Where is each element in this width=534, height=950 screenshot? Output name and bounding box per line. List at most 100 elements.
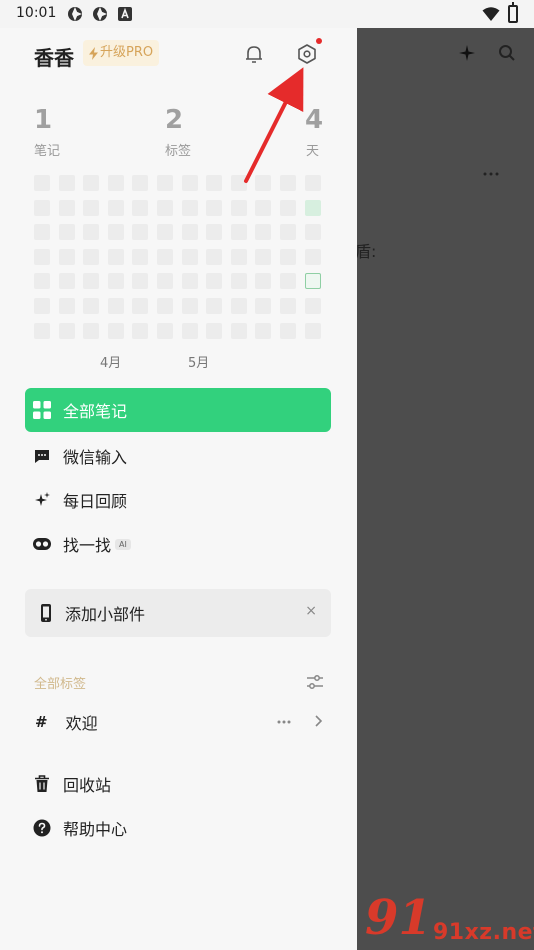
sparkle-icon[interactable] (458, 44, 476, 62)
heatmap-cell (304, 224, 321, 241)
heatmap-cell (304, 297, 321, 314)
heatmap-cell (206, 199, 223, 216)
heatmap-cell (206, 297, 223, 314)
heatmap-cell (181, 224, 198, 241)
days-count: 4 (305, 105, 324, 135)
tag-label: 欢迎 (65, 714, 98, 733)
tag-item-welcome[interactable]: # 欢迎 (25, 700, 331, 744)
add-widget-label: 添加小部件 (65, 605, 146, 624)
heatmap-cell (156, 297, 173, 314)
heatmap-cell (156, 224, 173, 241)
heatmap-cell (279, 273, 296, 290)
heatmap-cell (181, 273, 198, 290)
filter-sliders-icon[interactable] (306, 674, 324, 690)
heatmap-cell (107, 273, 124, 290)
status-time: 10:01 (16, 5, 57, 21)
heatmap-cell (132, 273, 149, 290)
status-bar: 10:01 (0, 0, 534, 28)
heatmap-cell (83, 224, 100, 241)
grid-icon (33, 401, 51, 419)
heatmap-cell (156, 175, 173, 191)
nav-all-notes[interactable]: 全部笔记 (25, 388, 331, 432)
heatmap-cell (206, 175, 223, 191)
close-widget-button[interactable]: × (305, 603, 317, 619)
heatmap-cell (34, 248, 50, 265)
heatmap-cell (34, 297, 50, 314)
heatmap-cell (83, 273, 100, 290)
tags-count: 2 (165, 105, 184, 135)
heatmap-cell (230, 322, 247, 339)
battery-icon (508, 2, 518, 23)
user-name[interactable]: 香香 (34, 42, 74, 71)
heatmap-cell (83, 175, 100, 191)
dim-overlay[interactable] (357, 28, 534, 950)
heatmap-cell (107, 175, 124, 191)
heatmap-cell (58, 224, 75, 241)
heatmap-cell (230, 297, 247, 314)
heatmap-cell (156, 248, 173, 265)
nav-trash[interactable]: 回收站 (25, 762, 331, 806)
nav-find[interactable]: 找一找 AI (25, 522, 331, 566)
heatmap-cell (230, 273, 247, 290)
add-widget-card[interactable]: 添加小部件 × (25, 589, 331, 637)
heatmap-cell (279, 199, 296, 216)
month-label: 4月 (100, 356, 122, 371)
heatmap-cell (181, 199, 198, 216)
chat-icon (33, 447, 51, 465)
nav-daily-review[interactable]: 每日回顾 (25, 478, 331, 522)
heatmap-cell (58, 273, 75, 290)
heatmap-cell (304, 322, 321, 339)
aperture-icon (68, 7, 82, 21)
heatmap-cell (304, 248, 321, 265)
heatmap-cell (58, 322, 75, 339)
settings-gear-icon[interactable] (295, 42, 319, 66)
tag-more-icon[interactable] (277, 720, 291, 724)
heatmap-cell (107, 297, 124, 314)
heatmap-cell (304, 199, 321, 216)
nav-help-center[interactable]: 帮助中心 (25, 806, 331, 850)
heatmap-cell (107, 224, 124, 241)
nav-wechat-input[interactable]: 微信输入 (25, 434, 331, 478)
heatmap-cell (206, 322, 223, 339)
bell-icon[interactable] (242, 42, 266, 66)
search-icon[interactable] (498, 44, 516, 62)
nav-label: 帮助中心 (63, 820, 128, 839)
heatmap-cell (58, 248, 75, 265)
heatmap-cell (107, 248, 124, 265)
heatmap-cell (34, 224, 50, 241)
aperture-icon (93, 7, 107, 21)
all-tags-title: 全部标签 (34, 677, 87, 692)
days-label: 天 (306, 144, 320, 159)
nav-label: 每日回顾 (63, 492, 128, 511)
trash-icon (33, 775, 51, 793)
notes-count: 1 (34, 105, 53, 135)
heatmap-cell (181, 322, 198, 339)
chevron-right-icon[interactable] (313, 714, 323, 728)
more-icon[interactable] (483, 172, 499, 176)
upgrade-pro-label: 升级PRO (100, 45, 154, 60)
site-watermark: 91 91xz.net (365, 890, 534, 946)
heatmap-cell (34, 322, 50, 339)
app-a-icon (118, 7, 132, 21)
help-icon (33, 819, 51, 837)
heatmap-cell (107, 322, 124, 339)
heatmap-cell (181, 297, 198, 314)
heatmap-cell (132, 248, 149, 265)
background-note-text: 盾: (355, 242, 377, 261)
glasses-icon (33, 535, 51, 553)
month-label: 5月 (188, 356, 210, 371)
heatmap-cell (181, 175, 198, 191)
heatmap-cell (34, 273, 50, 290)
heatmap-cell (107, 199, 124, 216)
heatmap-cell (255, 297, 272, 314)
heatmap-cell (132, 224, 149, 241)
heatmap-cell (156, 273, 173, 290)
watermark-site: 91xz.net (433, 920, 534, 945)
heatmap-cell (58, 297, 75, 314)
heatmap-cell (279, 175, 296, 191)
heatmap-cell (83, 322, 100, 339)
upgrade-pro-button[interactable]: 升级PRO (83, 40, 160, 66)
ai-badge: AI (115, 538, 131, 550)
heatmap-cell (132, 322, 149, 339)
heatmap-cell (304, 273, 321, 290)
